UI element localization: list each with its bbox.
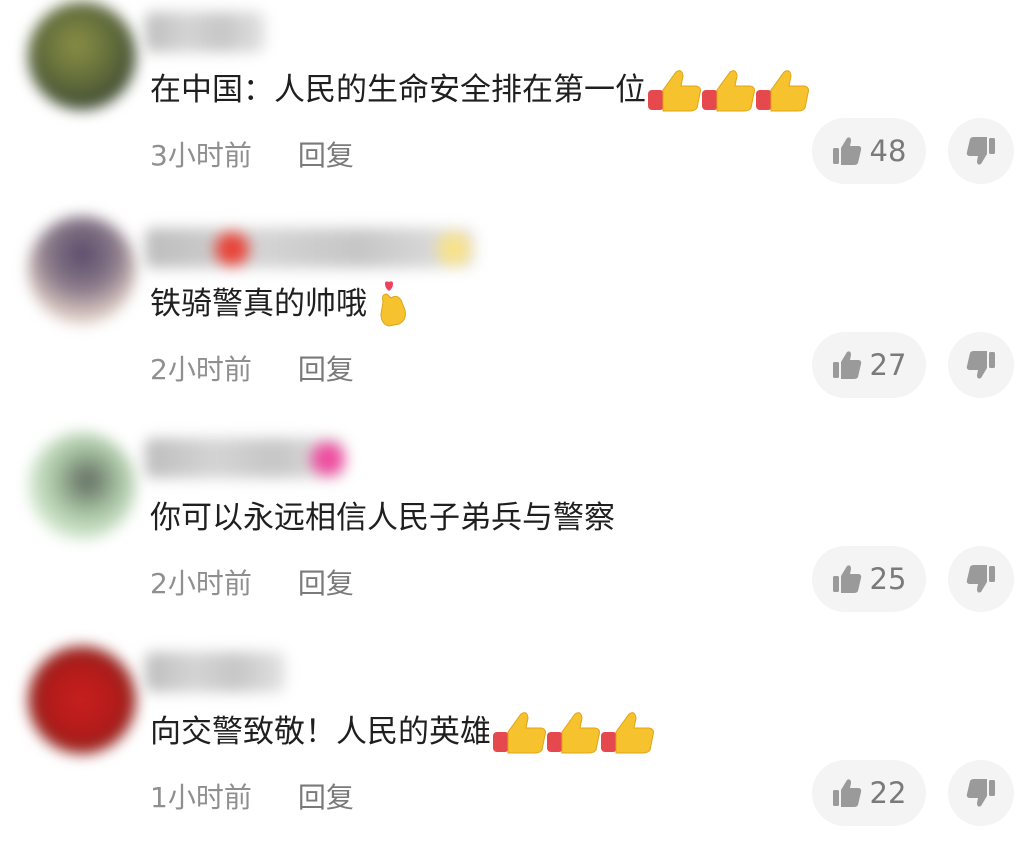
like-count: 22 (869, 776, 907, 810)
comment-item: 铁骑警真的帅哦 2小时前 回复 27 (0, 214, 1024, 428)
dislike-button[interactable] (948, 546, 1014, 612)
thumbs-up-outline-icon (832, 779, 861, 807)
finger-heart-emoji-icon (375, 280, 411, 328)
thumbs-down-icon (966, 779, 995, 807)
like-button[interactable]: 25 (812, 546, 926, 612)
comment-text-line: 向交警致敬！人民的英雄 (150, 710, 655, 754)
emoji-group (493, 710, 655, 754)
avatar[interactable] (28, 216, 136, 324)
thumbs-up-emoji-icon (601, 710, 655, 754)
comment-time: 3小时前 (150, 139, 252, 172)
dislike-button[interactable] (948, 760, 1014, 826)
reply-button[interactable]: 回复 (298, 776, 354, 816)
comment-meta: 3小时前 回复 (150, 134, 354, 174)
emoji-group (648, 68, 810, 112)
like-count: 25 (869, 562, 907, 596)
username[interactable] (145, 652, 285, 692)
username[interactable] (145, 228, 475, 268)
thumbs-up-emoji-icon (702, 68, 756, 112)
comment-time: 2小时前 (150, 353, 252, 386)
comment-text: 向交警致敬！人民的英雄 (150, 714, 491, 750)
comment-text-line: 在中国：人民的生命安全排在第一位 (150, 68, 810, 112)
thumbs-up-emoji-icon (493, 710, 547, 754)
dislike-button[interactable] (948, 332, 1014, 398)
avatar[interactable] (28, 646, 136, 754)
like-button[interactable]: 27 (812, 332, 926, 398)
reply-button[interactable]: 回复 (298, 348, 354, 388)
avatar[interactable] (28, 432, 136, 540)
thumbs-down-icon (966, 351, 995, 379)
thumbs-up-outline-icon (832, 137, 861, 165)
thumbs-down-icon (966, 565, 995, 593)
thumbs-up-emoji-icon (547, 710, 601, 754)
comment-text-line: 铁骑警真的帅哦 (150, 280, 411, 328)
like-count: 27 (869, 348, 907, 382)
comment-text-line: 你可以永远相信人民子弟兵与警察 (150, 496, 615, 540)
username[interactable] (145, 438, 345, 478)
avatar[interactable] (28, 2, 136, 110)
thumbs-up-outline-icon (832, 351, 861, 379)
comment-item: 你可以永远相信人民子弟兵与警察 2小时前 回复 25 (0, 428, 1024, 642)
comment-item: 向交警致敬！人民的英雄 1小时前 回复 22 (0, 642, 1024, 856)
comment-text: 你可以永远相信人民子弟兵与警察 (150, 500, 615, 536)
thumbs-up-emoji-icon (648, 68, 702, 112)
comment-meta: 1小时前 回复 (150, 776, 354, 816)
comment-text: 在中国：人民的生命安全排在第一位 (150, 72, 646, 108)
thumbs-down-icon (966, 137, 995, 165)
username[interactable] (145, 12, 265, 52)
reply-button[interactable]: 回复 (298, 562, 354, 602)
reply-button[interactable]: 回复 (298, 134, 354, 174)
comment-time: 1小时前 (150, 781, 252, 814)
like-button[interactable]: 48 (812, 118, 926, 184)
comment-text: 铁骑警真的帅哦 (150, 286, 367, 322)
comment-time: 2小时前 (150, 567, 252, 600)
thumbs-up-emoji-icon (756, 68, 810, 112)
thumbs-up-outline-icon (832, 565, 861, 593)
like-button[interactable]: 22 (812, 760, 926, 826)
comment-item: 在中国：人民的生命安全排在第一位 3小时前 回复 48 (0, 0, 1024, 214)
comment-meta: 2小时前 回复 (150, 348, 354, 388)
comment-meta: 2小时前 回复 (150, 562, 354, 602)
like-count: 48 (869, 134, 907, 168)
dislike-button[interactable] (948, 118, 1014, 184)
